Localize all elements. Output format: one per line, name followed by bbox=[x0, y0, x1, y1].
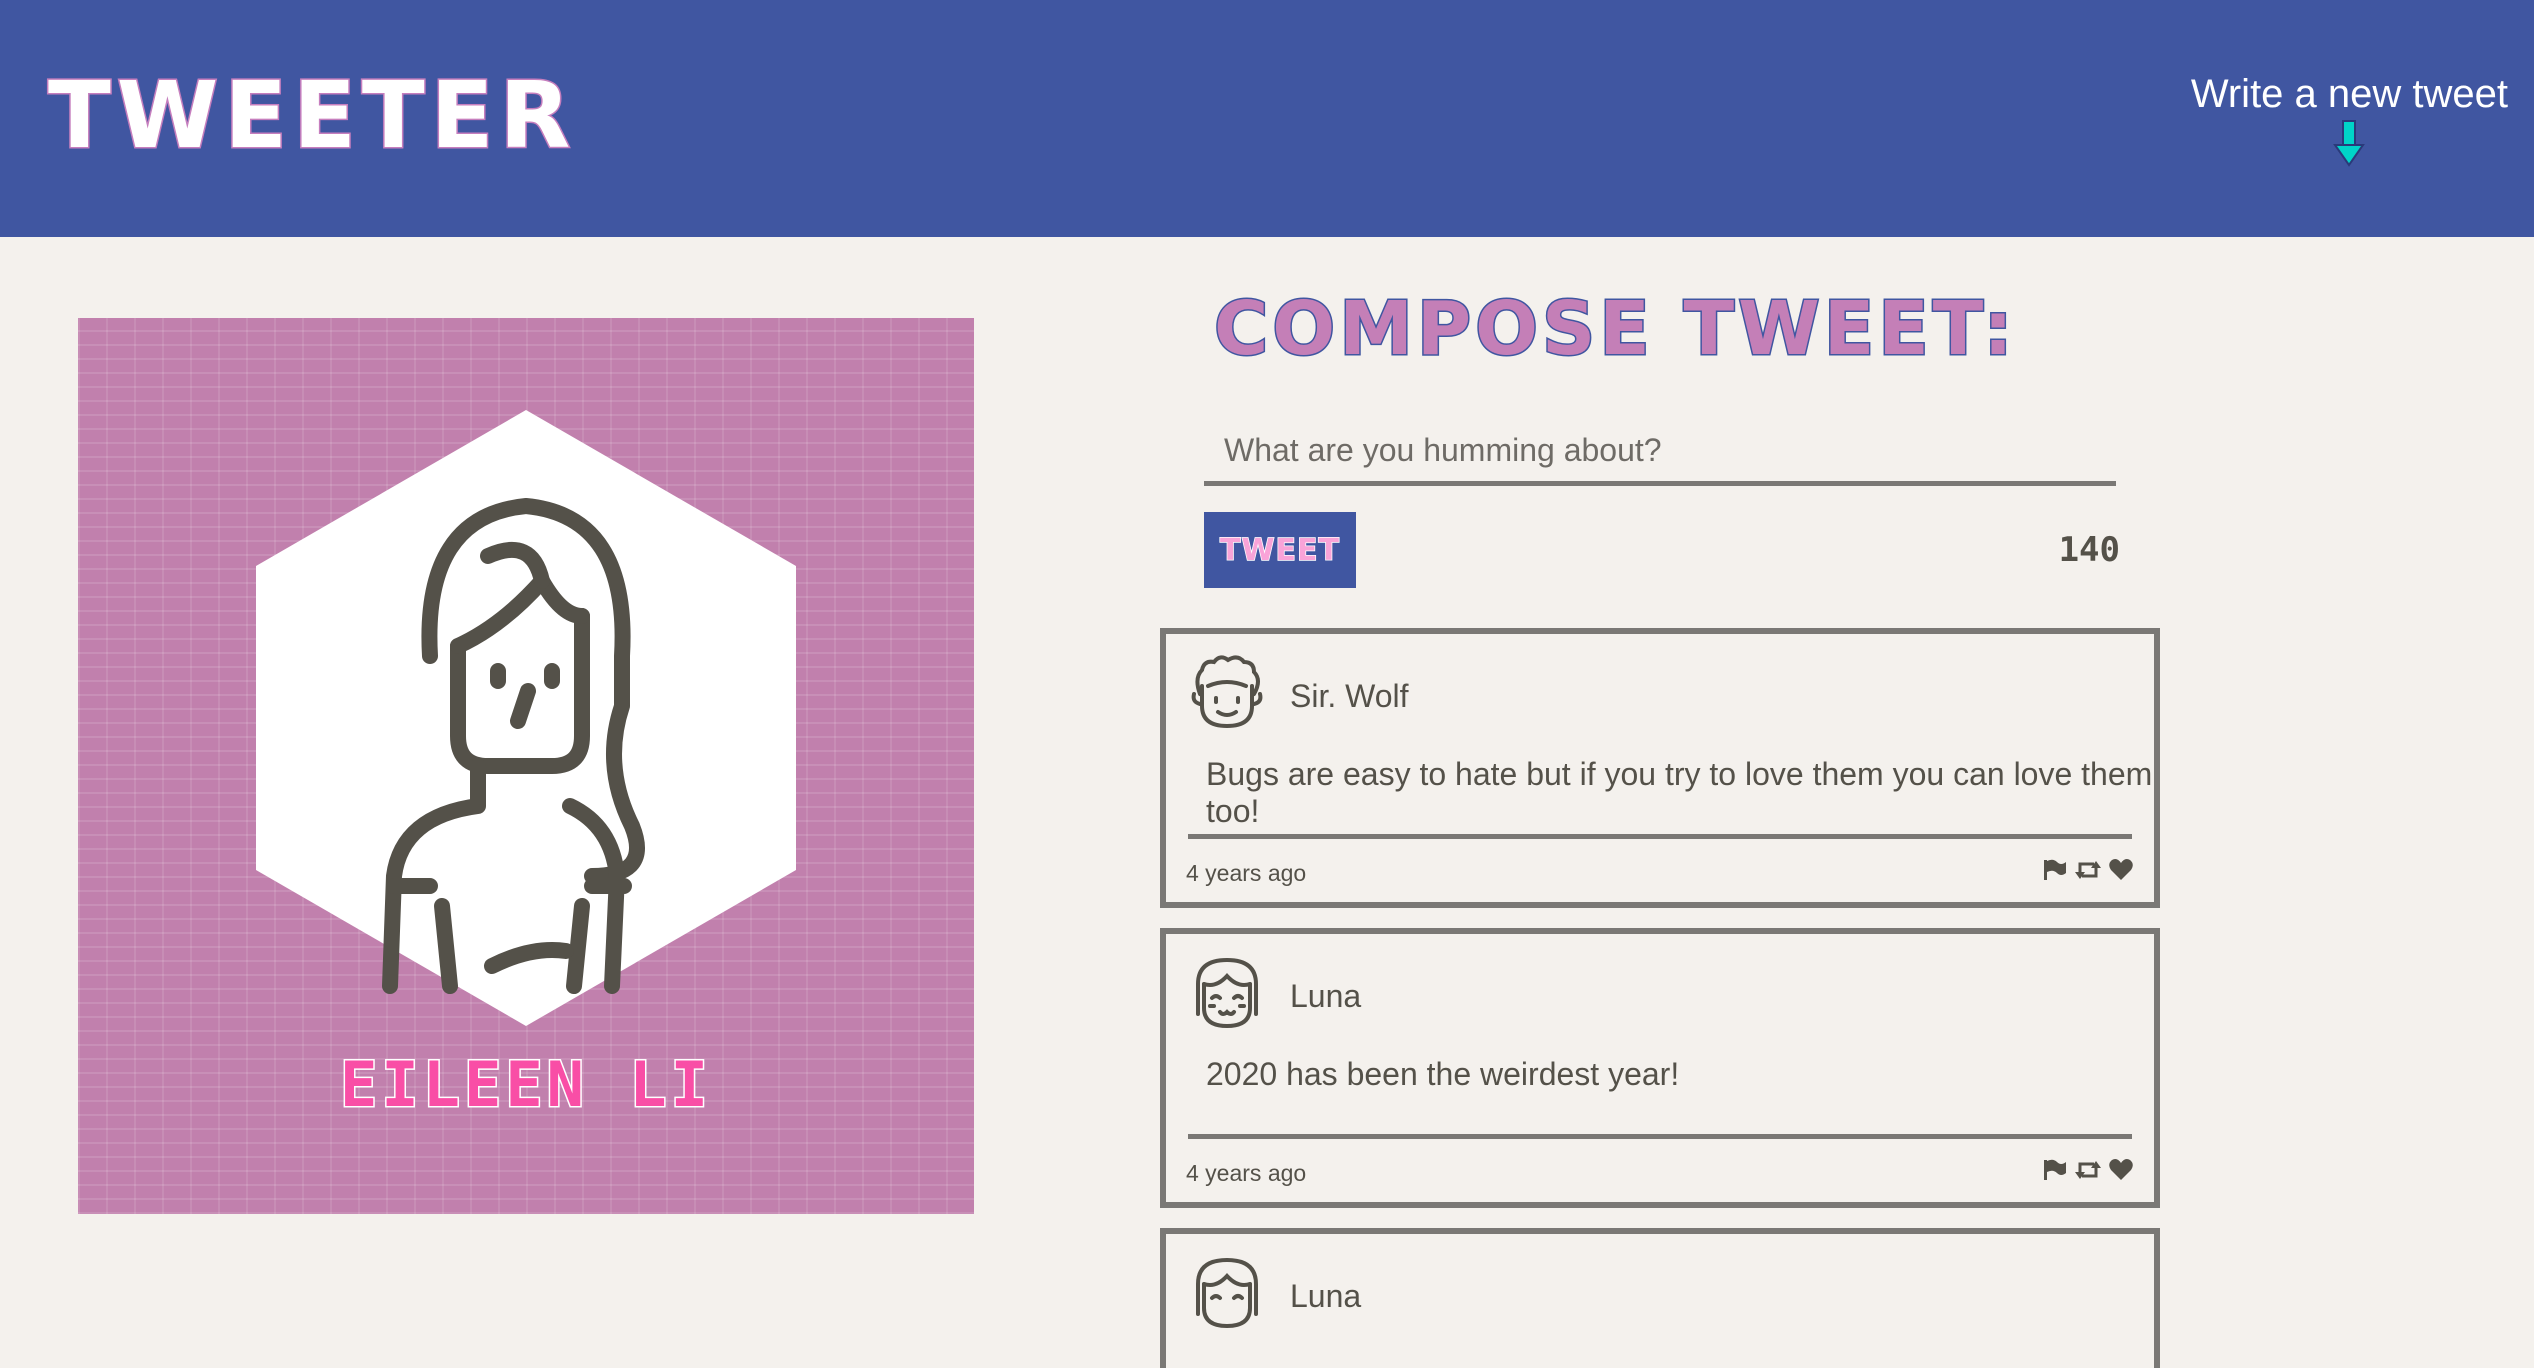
tweet-timestamp: 4 years ago bbox=[1186, 860, 1307, 886]
flag-icon[interactable] bbox=[2042, 1158, 2068, 1182]
tweet-actions bbox=[2042, 1158, 2134, 1182]
tweet-button[interactable]: TWEET bbox=[1204, 512, 1356, 588]
retweet-icon[interactable] bbox=[2074, 1158, 2102, 1182]
curly-hair-avatar-icon bbox=[1191, 655, 1263, 729]
write-new-tweet-button[interactable]: Write a new tweet bbox=[2191, 72, 2508, 169]
girl-avatar-icon bbox=[256, 410, 796, 1026]
bangs-avatar-icon bbox=[1196, 957, 1258, 1029]
tweet-card: Luna bbox=[1160, 1228, 2160, 1368]
tweet-divider bbox=[1188, 1134, 2132, 1139]
tweet-username[interactable]: Luna bbox=[1290, 1278, 1361, 1315]
tweet-username[interactable]: Luna bbox=[1290, 978, 1361, 1015]
flag-icon[interactable] bbox=[2042, 858, 2068, 882]
tweet-card: Luna 2020 has been the weirdest year! 4 … bbox=[1160, 928, 2160, 1208]
top-nav: TWEETER Write a new tweet bbox=[0, 0, 2534, 237]
heart-icon[interactable] bbox=[2108, 858, 2134, 882]
tweet-card: Sir. Wolf Bugs are easy to hate but if y… bbox=[1160, 628, 2160, 908]
brand-logo: TWEETER bbox=[46, 61, 577, 171]
tweet-input[interactable] bbox=[1204, 420, 2116, 486]
tweet-text: 2020 has been the weirdest year! bbox=[1206, 1056, 1680, 1092]
heart-icon[interactable] bbox=[2108, 1158, 2134, 1182]
bangs-avatar-icon bbox=[1196, 1257, 1258, 1329]
arrow-down-icon[interactable] bbox=[2333, 119, 2366, 169]
tweet-divider bbox=[1188, 834, 2132, 839]
retweet-icon[interactable] bbox=[2074, 858, 2102, 882]
compose-title: COMPOSE TWEET: bbox=[1213, 285, 2017, 374]
char-counter: 140 bbox=[2058, 530, 2120, 570]
write-new-tweet-label: Write a new tweet bbox=[2190, 72, 2508, 116]
tweet-actions bbox=[2042, 858, 2134, 882]
tweet-timestamp: 4 years ago bbox=[1186, 1160, 1307, 1186]
profile-card: EILEEN LI bbox=[78, 318, 974, 1214]
profile-name: EILEEN LI bbox=[339, 1047, 712, 1123]
tweet-username[interactable]: Sir. Wolf bbox=[1290, 678, 1409, 715]
tweet-text: Bugs are easy to hate but if you try to … bbox=[1206, 756, 2153, 829]
